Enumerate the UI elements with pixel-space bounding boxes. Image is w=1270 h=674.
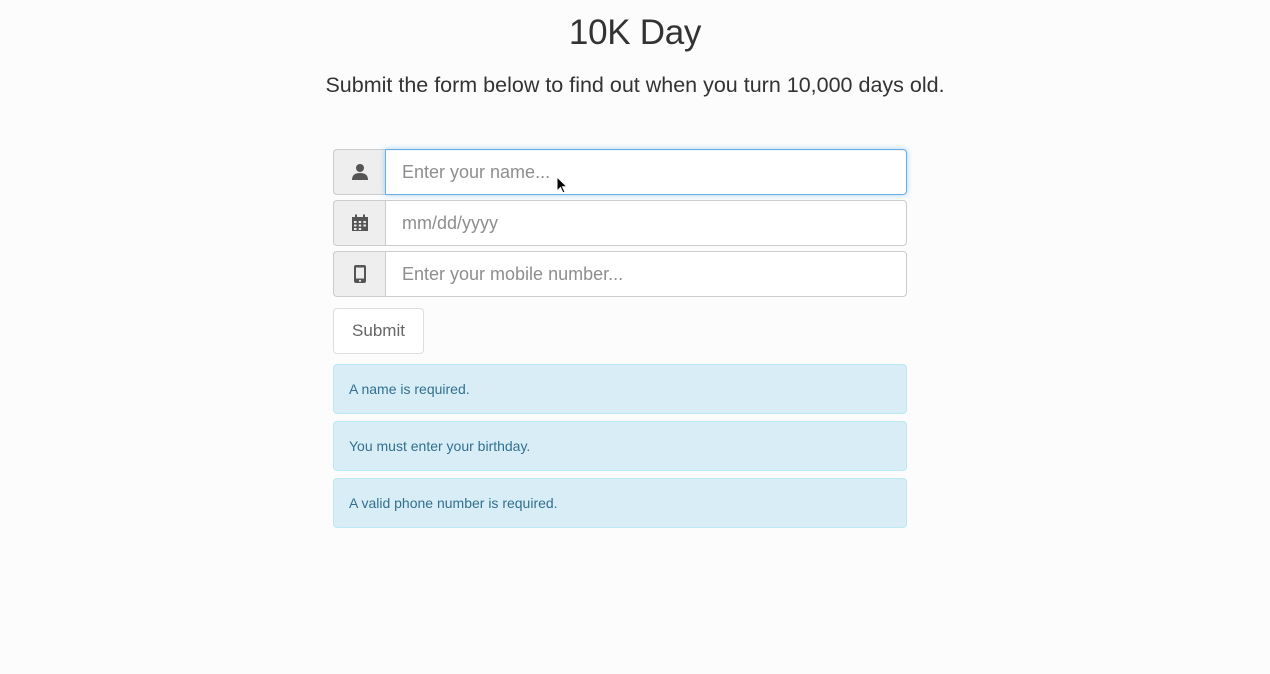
mouse-pointer-icon [556,175,569,199]
mobile-addon [333,251,385,297]
page: 10K Day Submit the form below to find ou… [0,0,1270,674]
birthday-required-alert: You must enter your birthday. [333,421,907,471]
page-subtitle: Submit the form below to find out when y… [325,73,945,97]
mobile-phone-icon [353,264,367,284]
calendar-icon [351,214,369,232]
mobile-input[interactable] [385,251,907,297]
user-icon [351,163,369,181]
alerts-list: A name is required. You must enter your … [333,364,907,528]
page-title: 10K Day [568,13,702,52]
name-input-group [333,149,907,195]
name-addon [333,149,385,195]
birthday-addon [333,200,385,246]
birthday-form: Submit A name is required. You must ente… [333,149,907,535]
birthday-input[interactable] [385,200,907,246]
submit-button[interactable]: Submit [333,308,424,354]
phone-required-alert: A valid phone number is required. [333,478,907,528]
name-input[interactable] [385,149,907,195]
name-required-alert: A name is required. [333,364,907,414]
mobile-input-group [333,251,907,297]
birthday-input-group [333,200,907,246]
